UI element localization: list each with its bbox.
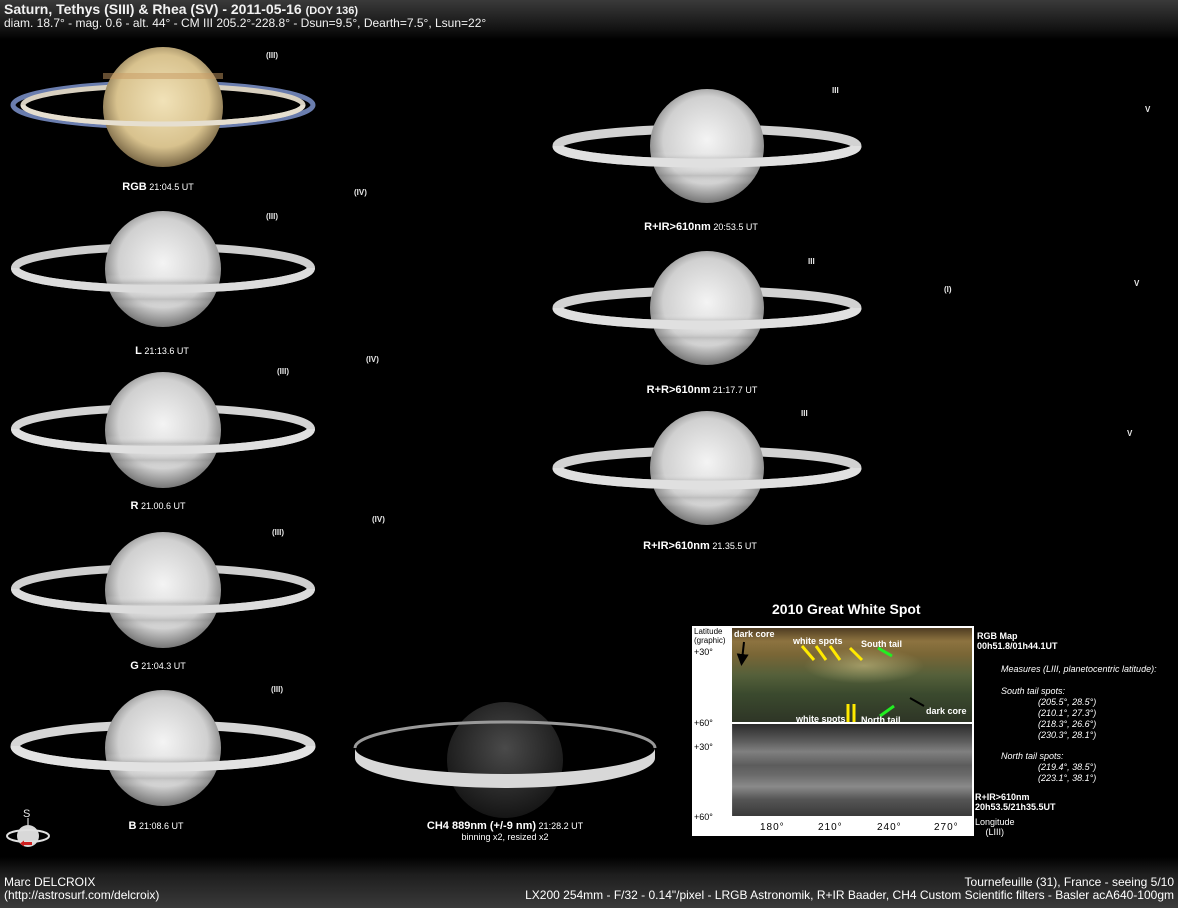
saturn-image-b	[10, 690, 316, 806]
moon-label-irfilter-3-a: III	[801, 409, 808, 418]
moon-label-l-2: (IV)	[366, 355, 379, 364]
caption-ch4: CH4 889nm (+/-9 nm) 21:28.2 UT binning x…	[426, 820, 584, 842]
moon-label-b-1: (III)	[271, 685, 283, 694]
south-tail-title: South tail spots:	[1001, 686, 1066, 696]
compass-label: S	[23, 808, 31, 820]
observation-details: diam. 18.7° - mag. 0.6 - alt. 44° - CM I…	[4, 16, 487, 30]
map-label-north-tail: North tail	[861, 715, 901, 725]
caption-r: R 21.00.6 UT	[130, 500, 186, 512]
south-tail-spot: (210.1°, 27.3°)	[1038, 708, 1097, 718]
map-annotation-arrows	[736, 641, 925, 722]
south-tail-spot: (205.5°, 28.5°)	[1038, 697, 1097, 707]
moon-label-irfilter-1-b: V	[1145, 105, 1151, 114]
saturn-image-l	[11, 211, 315, 327]
moon-label-irfilter-3-b: V	[1127, 429, 1133, 438]
moon-label-irfilter-1-a: III	[832, 86, 839, 95]
moon-label-r-1: (III)	[277, 367, 289, 376]
saturn-image-rgb	[10, 47, 316, 167]
gws-map-panel: Latitude (graphic) +30° +60° +30° +60° da…	[692, 626, 974, 836]
south-tail-spot: (230.3°, 28.1°)	[1038, 730, 1097, 740]
map-label-dark-core: dark core	[734, 629, 775, 639]
moon-label-irfilter-2-i: (I)	[944, 285, 952, 294]
south-tail-spot: (218.3°, 26.6°)	[1038, 719, 1097, 729]
footer-bar: Marc DELCROIX (http://astrosurf.com/delc…	[0, 857, 1178, 908]
page-title: Saturn, Tethys (SIII) & Rhea (SV) - 2011…	[4, 1, 358, 17]
caption-irfilter-2: R+R>610nm 21:17.7 UT	[646, 384, 758, 396]
header-bar: Saturn, Tethys (SIII) & Rhea (SV) - 2011…	[0, 0, 1178, 40]
measures-title: Measures (LIII, planetocentric latitude)…	[1001, 664, 1157, 674]
moon-label-irfilter-2-a: III	[808, 257, 815, 266]
saturn-image-irfilter-3	[552, 411, 862, 525]
ir-map-caption: R+IR>610nm 20h53.5/21h35.5UT	[975, 792, 1056, 812]
saturn-image-ch4	[353, 702, 657, 818]
moon-label-r-2: (IV)	[372, 515, 385, 524]
saturn-image-r	[11, 372, 315, 488]
moon-label-rgb-2: (IV)	[354, 188, 367, 197]
moon-label-l-1: (III)	[266, 212, 278, 221]
x-tick: 180°	[760, 822, 785, 833]
observation-location: Tournefeuille (31), France - seeing 5/10	[964, 875, 1174, 889]
caption-b: B 21:08.6 UT	[128, 820, 184, 832]
rgb-map-caption: RGB Map 00h51.8/01h44.1UT	[977, 631, 1058, 651]
caption-g: G 21:04.3 UT	[130, 660, 186, 672]
caption-l: L 21:13.6 UT	[135, 345, 189, 357]
x-tick: 240°	[877, 822, 902, 833]
north-tail-spot: (219.4°, 38.5°)	[1038, 762, 1097, 772]
caption-rgb: RGB 21:04.5 UT	[122, 181, 194, 193]
x-tick: 210°	[818, 822, 843, 833]
moon-label-irfilter-2-b: V	[1134, 279, 1140, 288]
longitude-axis-label: Longitude (LIII)	[975, 817, 1015, 837]
map-label-white-spots: white spots	[793, 636, 843, 646]
north-tail-title: North tail spots:	[1001, 751, 1064, 761]
map-label-white-spots: white spots	[796, 714, 846, 724]
map-label-south-tail: South tail	[861, 639, 902, 649]
saturn-image-irfilter-2	[552, 251, 862, 365]
gws-title: 2010 Great White Spot	[772, 601, 921, 617]
author-url: (http://astrosurf.com/delcroix)	[4, 888, 160, 902]
north-tail-spot: (223.1°, 38.1°)	[1038, 773, 1097, 783]
saturn-image-g	[11, 532, 315, 648]
author-name: Marc DELCROIX	[4, 875, 96, 889]
equipment-details: LX200 254mm - F/32 - 0.14"/pixel - LRGB …	[525, 888, 1174, 902]
caption-irfilter-1: R+IR>610nm 20:53.5 UT	[644, 221, 758, 233]
map-label-dark-core: dark core	[926, 706, 967, 716]
caption-irfilter-3: R+IR>610nm 21.35.5 UT	[643, 540, 757, 552]
saturn-image-irfilter-1	[552, 89, 862, 203]
moon-label-rgb-1: (III)	[266, 51, 278, 60]
moon-label-g-1: (III)	[272, 528, 284, 537]
x-tick: 270°	[934, 822, 959, 833]
